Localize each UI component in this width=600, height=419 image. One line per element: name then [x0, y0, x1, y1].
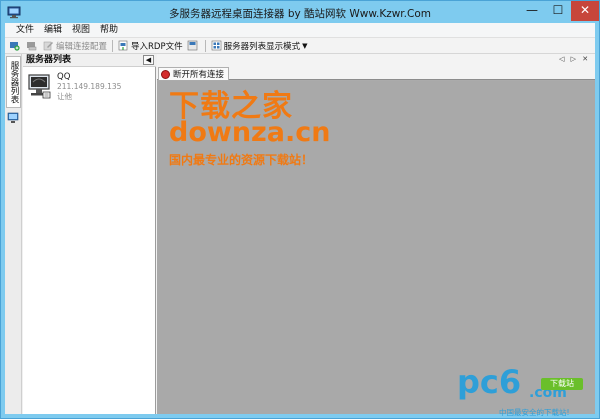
toolbar-separator: [204, 39, 206, 52]
menu-file[interactable]: 文件: [11, 23, 39, 37]
list-mode-icon: [211, 40, 221, 51]
edit-config-button[interactable]: 编辑连接配置: [41, 38, 109, 53]
tab-disconnect-all[interactable]: 断开所有连接: [158, 67, 230, 80]
menu-edit[interactable]: 编辑: [39, 23, 67, 37]
window-title: 多服务器远程桌面连接器 by 酷站网软 Www.Kzwr.Com: [169, 8, 431, 20]
delete-server-icon: [27, 42, 37, 51]
watermark-pc6-tag: 中国最安全的下载站!: [499, 408, 570, 417]
menu-view[interactable]: 视图: [67, 23, 95, 37]
chevron-down-icon: ▼: [302, 41, 308, 50]
watermark-pc6: pc6: [457, 363, 522, 401]
server-ip: 211.149.189.135: [57, 82, 122, 91]
session-tab-strip: 断开所有连接: [157, 66, 595, 80]
display-mode-dropdown[interactable]: 服务器列表显示模式 ▼: [209, 38, 310, 53]
client-area: 文件 编辑 视图 帮助 编辑连接配置 导入RDP文件 服务器列表显示模式 ▼ 服…: [5, 23, 595, 414]
tab-disconnect-all-label: 断开所有连接: [173, 70, 225, 80]
watermark-url: downza.cn: [169, 117, 331, 148]
tab-navigation-strip: ◁ ▷ ✕: [157, 54, 595, 66]
app-window: 多服务器远程桌面连接器 by 酷站网软 Www.Kzwr.Com — ☐ ✕ 文…: [0, 0, 600, 419]
import-icon: [118, 40, 128, 51]
server-list-item[interactable]: QQ 211.149.189.135 让他: [23, 70, 156, 106]
watermark-pc6-badge: 下载站: [541, 378, 583, 390]
side-tab-strip: 服务器列表: [5, 54, 22, 414]
edit-icon: [43, 41, 53, 51]
session-workspace: 下载之家 downza.cn 国内最专业的资源下载站！: [157, 81, 595, 414]
tab-server-list-label: 服务器列表: [9, 61, 19, 104]
server-name: QQ: [57, 72, 71, 82]
delete-server-button[interactable]: [24, 38, 41, 53]
collapse-panel-button[interactable]: ◀: [143, 55, 154, 65]
tab-server-list[interactable]: 服务器列表: [6, 56, 21, 108]
server-list-panel: 服务器列表 ◀ QQ 211.149.189.135 让他: [23, 54, 156, 414]
computer-icon: [28, 74, 51, 99]
tab-scroll-arrows[interactable]: ◁ ▷ ✕: [559, 55, 590, 63]
add-server-icon: [10, 42, 20, 51]
panel-header: 服务器列表 ◀: [23, 54, 156, 67]
title-bar[interactable]: 多服务器远程桌面连接器 by 酷站网软 Www.Kzwr.Com — ☐ ✕: [1, 1, 599, 23]
watermark-slogan: 国内最专业的资源下载站！: [169, 153, 314, 167]
close-button[interactable]: ✕: [571, 1, 599, 21]
remote-session-area: ◁ ▷ ✕ 断开所有连接 下载之家 downza.cn 国内最专业的资源下载站！: [157, 54, 595, 414]
maximize-button[interactable]: ☐: [545, 1, 571, 21]
server-user: 让他: [57, 92, 72, 101]
save-icon: [187, 40, 197, 51]
minimize-button[interactable]: —: [519, 1, 545, 21]
display-mode-label: 服务器列表显示模式: [223, 41, 301, 52]
toolbar-separator: [112, 39, 114, 52]
menu-bar: 文件 编辑 视图 帮助: [5, 23, 595, 37]
import-rdp-label: 导入RDP文件: [131, 41, 183, 52]
import-rdp-button[interactable]: 导入RDP文件: [116, 38, 185, 53]
export-button[interactable]: [185, 38, 202, 53]
add-server-button[interactable]: [7, 38, 24, 53]
menu-help[interactable]: 帮助: [95, 23, 123, 37]
panel-title: 服务器列表: [26, 55, 72, 65]
toolbar: 编辑连接配置 导入RDP文件 服务器列表显示模式 ▼: [5, 37, 595, 54]
edit-config-label: 编辑连接配置: [56, 41, 108, 52]
disconnect-icon: [161, 69, 170, 79]
servers-icon[interactable]: [7, 112, 19, 124]
